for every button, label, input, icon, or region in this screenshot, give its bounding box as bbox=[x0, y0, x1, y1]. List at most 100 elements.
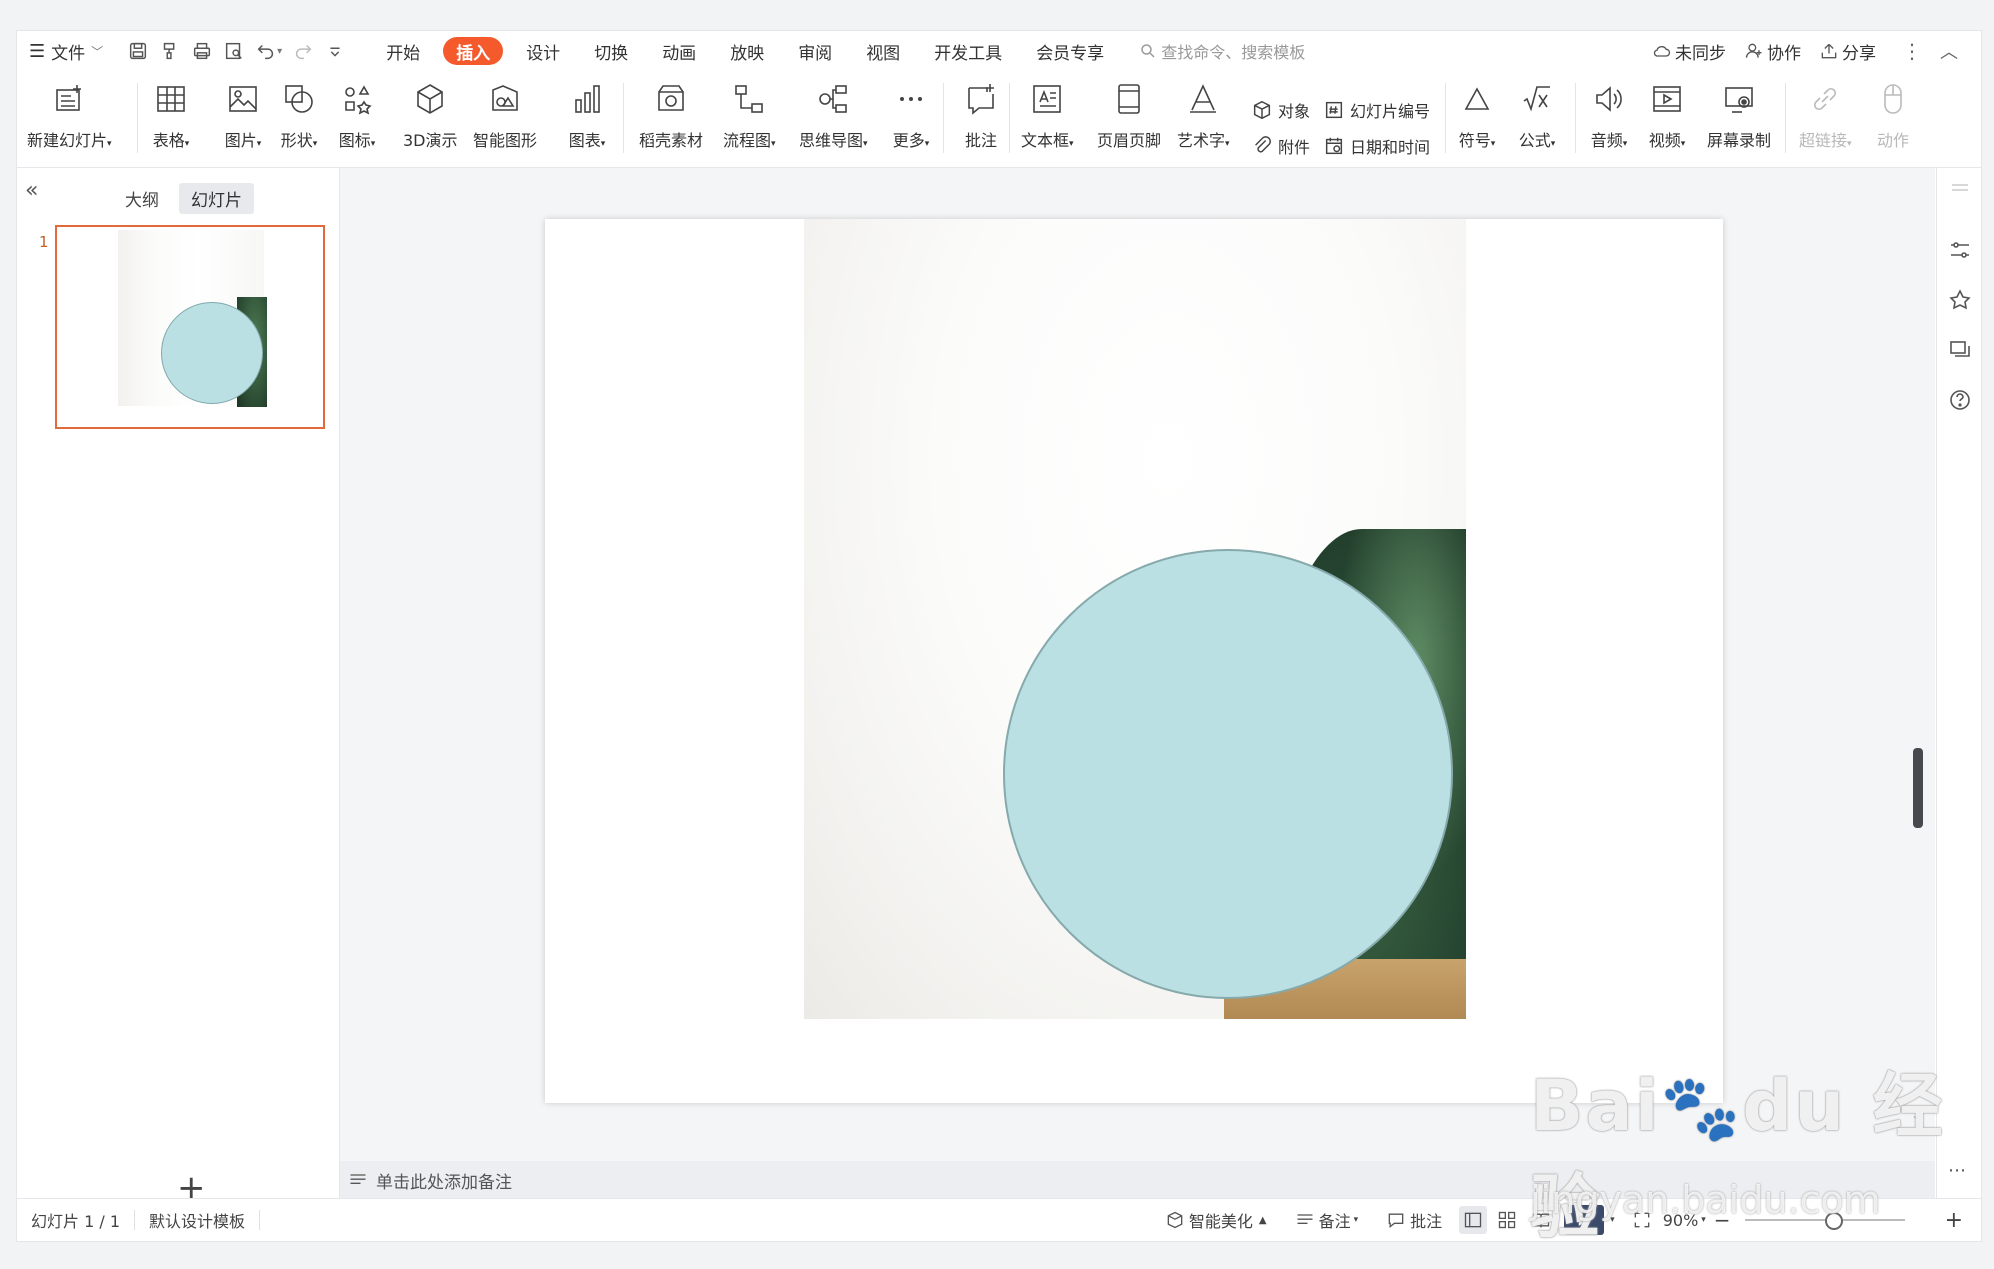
slide-number-button[interactable]: 幻灯片编号 bbox=[1323, 97, 1430, 123]
screen-record-button[interactable]: 屏幕录制 bbox=[1707, 77, 1771, 161]
object-button[interactable]: 对象 bbox=[1251, 97, 1310, 123]
3d-demo-label: 3D演示 bbox=[403, 131, 458, 150]
tab-transition[interactable]: 切换 bbox=[577, 36, 645, 66]
collab-button[interactable]: 协作 bbox=[1735, 36, 1810, 66]
tab-view-label: 视图 bbox=[866, 43, 901, 64]
tab-home[interactable]: 开始 bbox=[369, 36, 437, 66]
date-time-button[interactable]: 日期和时间 bbox=[1323, 133, 1430, 159]
tab-view[interactable]: 视图 bbox=[849, 36, 917, 66]
link-icon bbox=[1805, 79, 1845, 119]
normal-view-button[interactable] bbox=[1459, 1206, 1488, 1234]
redo-icon[interactable] bbox=[287, 40, 319, 62]
share-button[interactable]: 分享 bbox=[1810, 36, 1885, 66]
hyperlink-button[interactable]: 超链接▾ bbox=[1799, 77, 1852, 161]
flowchart-button[interactable]: 流程图▾ bbox=[723, 77, 776, 161]
caret-up-icon: ▲ bbox=[1258, 1214, 1267, 1226]
undo-dropdown-icon[interactable]: ▾ bbox=[277, 46, 282, 57]
reading-view-button[interactable] bbox=[1527, 1206, 1555, 1234]
shape-button[interactable]: 形状▾ bbox=[279, 77, 319, 161]
fit-window-button[interactable] bbox=[1628, 1206, 1656, 1234]
zoom-slider[interactable] bbox=[1744, 1212, 1905, 1230]
file-menu[interactable]: ☰ 文件 ﹀ bbox=[17, 36, 112, 66]
tab-design[interactable]: 设计 bbox=[509, 36, 577, 66]
help-icon[interactable] bbox=[1948, 388, 1972, 412]
customize-quickbar-icon[interactable] bbox=[319, 40, 351, 62]
tab-animation[interactable]: 动画 bbox=[645, 36, 713, 66]
zoom-out-icon[interactable]: − bbox=[1710, 1208, 1735, 1232]
icon-button[interactable]: 图标▾ bbox=[337, 77, 377, 161]
scrollbar-thumb[interactable] bbox=[1913, 748, 1923, 828]
mouse-icon bbox=[1873, 79, 1913, 119]
attachment-button[interactable]: 附件 bbox=[1251, 133, 1310, 159]
circle-shape[interactable] bbox=[1003, 549, 1453, 999]
star-icon[interactable] bbox=[1948, 288, 1972, 312]
tab-member[interactable]: 会员专享 bbox=[1019, 36, 1121, 66]
header-footer-icon bbox=[1109, 79, 1149, 119]
zoom-in-icon[interactable]: + bbox=[1915, 1208, 1967, 1233]
print-preview-icon[interactable] bbox=[218, 40, 250, 62]
smart-beautify-button[interactable]: 智能美化 ▲ bbox=[1151, 1208, 1281, 1232]
chart-button[interactable]: 图表▾ bbox=[567, 77, 607, 161]
slide-canvas[interactable] bbox=[545, 219, 1723, 1103]
object-icon bbox=[1253, 100, 1271, 120]
picture-button[interactable]: 图片▾ bbox=[223, 77, 263, 161]
docer-material-icon bbox=[651, 79, 691, 119]
collapse-panel-icon[interactable]: « bbox=[25, 178, 38, 203]
new-slide-button[interactable]: 新建幻灯片▾ bbox=[27, 77, 112, 161]
video-icon bbox=[1647, 79, 1687, 119]
3d-demo-button[interactable]: 3D演示 bbox=[403, 77, 458, 161]
video-button[interactable]: 视频▾ bbox=[1647, 77, 1687, 161]
vertical-scrollbar[interactable] bbox=[1913, 168, 1923, 1158]
slide-switch-icon[interactable] bbox=[1948, 338, 1972, 362]
tab-insert[interactable]: 插入 bbox=[443, 37, 504, 65]
comment-button[interactable]: 批注 bbox=[961, 77, 1001, 161]
speaker-icon bbox=[1589, 79, 1629, 119]
tab-slides[interactable]: 幻灯片 bbox=[179, 183, 254, 214]
docer-button[interactable]: 稻壳素材 bbox=[639, 77, 703, 161]
action-button[interactable]: 动作 bbox=[1873, 77, 1913, 161]
more-button[interactable]: 更多▾ bbox=[891, 77, 931, 161]
property-settings-icon[interactable] bbox=[1948, 238, 1972, 262]
play-dropdown-icon[interactable]: ▾ bbox=[1610, 1215, 1615, 1225]
header-footer-button[interactable]: 页眉页脚 bbox=[1097, 77, 1161, 161]
symbol-button[interactable]: 符号▾ bbox=[1457, 77, 1497, 161]
header-footer-label: 页眉页脚 bbox=[1097, 131, 1162, 150]
cube-icon bbox=[410, 79, 450, 119]
slideshow-play-button[interactable]: ▶ bbox=[1564, 1205, 1605, 1235]
more-tools-icon[interactable]: ⋯ bbox=[1948, 1160, 1972, 1184]
mindmap-button[interactable]: 思维导图▾ bbox=[799, 77, 868, 161]
slide-thumbnail[interactable] bbox=[55, 225, 325, 429]
zoom-level[interactable]: 90% ▾ bbox=[1659, 1211, 1710, 1230]
table-button[interactable]: 表格▾ bbox=[151, 77, 191, 161]
collab-label: 协作 bbox=[1767, 43, 1801, 64]
sorter-view-button[interactable] bbox=[1493, 1206, 1521, 1234]
share-icon bbox=[1821, 43, 1837, 59]
tab-review[interactable]: 审阅 bbox=[781, 36, 849, 66]
command-search[interactable]: 查找命令、搜索模板 bbox=[1139, 39, 1305, 63]
docer-label: 稻壳素材 bbox=[639, 131, 704, 150]
zoom-slider-knob[interactable] bbox=[1824, 1212, 1843, 1230]
screen-record-icon bbox=[1719, 79, 1759, 119]
scroll-page-arrows[interactable]: ⌃ ⌄ bbox=[1911, 1088, 1921, 1124]
textbox-button[interactable]: 文本框▾ bbox=[1021, 77, 1074, 161]
collapse-ribbon-icon[interactable]: ︿ bbox=[1931, 36, 1967, 66]
picture-label: 图片 bbox=[224, 131, 257, 150]
save-icon[interactable] bbox=[122, 40, 154, 62]
wordart-button[interactable]: 艺术字▾ bbox=[1177, 77, 1230, 161]
drag-handle-icon[interactable] bbox=[1948, 176, 1972, 200]
comment-toggle-button[interactable]: 批注 bbox=[1372, 1208, 1456, 1232]
notes-bar[interactable]: 单击此处添加备注 bbox=[340, 1161, 1935, 1199]
template-name[interactable]: 默认设计模板 bbox=[135, 1208, 259, 1232]
more-menu-icon[interactable]: ⋮ bbox=[1893, 36, 1931, 66]
tab-developer[interactable]: 开发工具 bbox=[917, 36, 1019, 66]
tab-slideshow[interactable]: 放映 bbox=[713, 36, 781, 66]
undo-icon[interactable]: ▾ bbox=[250, 40, 287, 62]
smartart-button[interactable]: 智能图形 bbox=[473, 77, 537, 161]
tab-outline[interactable]: 大纲 bbox=[113, 183, 171, 214]
notes-toggle-button[interactable]: 备注 ▾ bbox=[1281, 1208, 1373, 1232]
format-painter-icon[interactable] bbox=[154, 40, 186, 62]
formula-button[interactable]: 公式▾ bbox=[1517, 77, 1557, 161]
sync-button[interactable]: 未同步 bbox=[1643, 36, 1735, 66]
print-icon[interactable] bbox=[186, 40, 218, 62]
audio-button[interactable]: 音频▾ bbox=[1589, 77, 1629, 161]
